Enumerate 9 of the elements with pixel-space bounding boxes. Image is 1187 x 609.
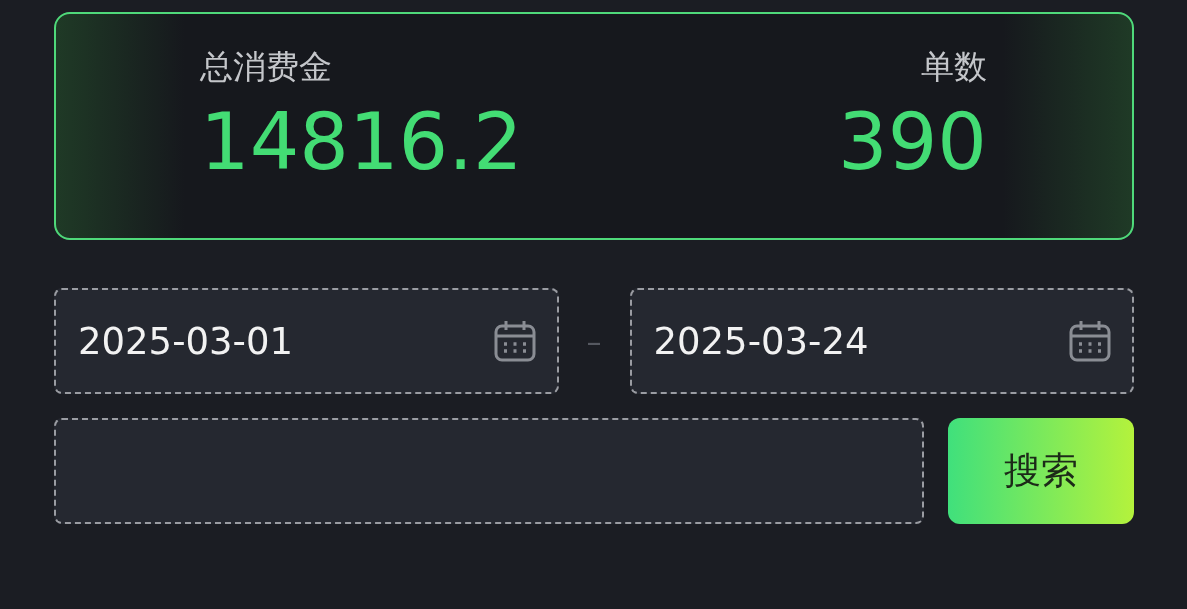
stat-value: 390 — [838, 96, 987, 189]
date-field[interactable]: 2025-03-24 — [629, 288, 1134, 394]
stat-label: 总消费金 — [200, 46, 333, 88]
search-button[interactable]: 搜索 — [948, 418, 1134, 524]
stat-value: 14816.2 — [200, 96, 523, 189]
range-separator: – — [585, 323, 603, 359]
search-field[interactable] — [54, 418, 924, 524]
stat-label: 单数 — [921, 46, 987, 88]
date-field[interactable]: 2025-03-01 — [54, 288, 559, 394]
